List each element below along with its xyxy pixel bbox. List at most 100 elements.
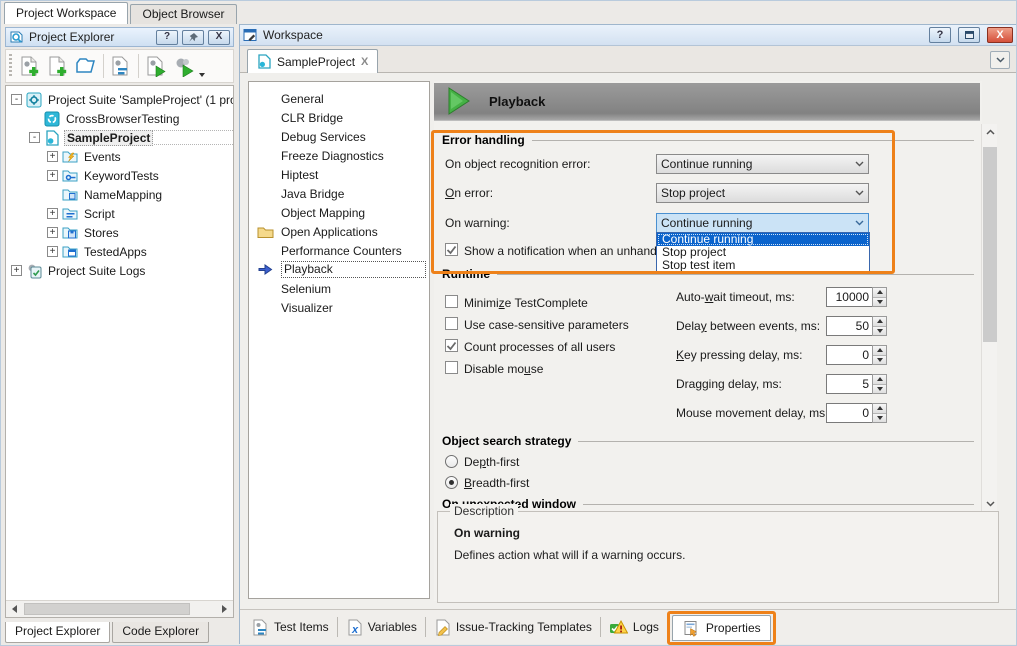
spin-down-button[interactable] [873,413,886,423]
tab-properties[interactable]: Properties [672,615,771,641]
tree-item-stores[interactable]: + Stores [6,223,233,242]
category-label: Hiptest [281,168,318,182]
category-java-bridge[interactable]: Java Bridge [249,184,429,203]
key-pressing-delay-stepper[interactable]: 0 [826,345,887,365]
tree-item-project-suite[interactable]: - Project Suite 'SampleProject' (1 proje… [6,90,233,109]
spin-up-button[interactable] [873,346,886,355]
pin-button[interactable] [182,30,204,45]
depth-first-radio[interactable] [445,455,458,468]
expand-expander[interactable]: + [47,151,58,162]
tab-test-items[interactable]: Test Items [244,615,337,639]
dragging-delay-stepper[interactable]: 5 [826,374,887,394]
tab-project-explorer[interactable]: Project Explorer [5,622,110,643]
workspace-restore-button[interactable] [958,27,980,43]
category-general[interactable]: General [249,89,429,108]
toolbar-more-caret-icon[interactable] [199,73,205,77]
breadth-first-radio[interactable] [445,476,458,489]
section-rule [532,140,974,141]
minimize-testcomplete-checkbox[interactable] [445,295,458,308]
expand-expander[interactable]: + [47,208,58,219]
tree-item-script[interactable]: + Script [6,204,233,223]
category-visualizer[interactable]: Visualizer [249,298,429,317]
run-project-button[interactable] [142,52,170,80]
spin-value[interactable]: 0 [826,403,872,423]
expand-expander[interactable]: + [47,246,58,257]
spin-value[interactable]: 0 [826,345,872,365]
tree-item-crossbrowsertesting[interactable]: CrossBrowserTesting [6,109,233,128]
dropdown-option-stop-test-item[interactable]: Stop test item [657,259,869,272]
tree-item-namemapping[interactable]: NameMapping [6,185,233,204]
scrollbar-thumb[interactable] [24,603,190,615]
spin-up-button[interactable] [873,317,886,326]
scroll-down-button[interactable] [983,497,997,511]
add-new-project-button[interactable] [16,52,44,80]
tree-item-keywordtests[interactable]: + KeywordTests [6,166,233,185]
category-open-applications[interactable]: Open Applications [249,222,429,241]
mouse-movement-delay-stepper[interactable]: 0 [826,403,887,423]
workspace-help-button[interactable]: ? [929,27,951,43]
tab-logs[interactable]: Logs [601,615,667,639]
on-error-select[interactable]: Stop project [656,183,869,203]
on-object-recognition-error-select[interactable]: Continue running [656,154,869,174]
workspace-close-button[interactable]: X [987,27,1013,43]
spin-value[interactable]: 5 [826,374,872,394]
add-existing-item-button[interactable] [72,52,100,80]
collapse-expander[interactable]: - [11,94,22,105]
category-hiptest[interactable]: Hiptest [249,165,429,184]
collapse-expander[interactable]: - [29,132,40,143]
spin-value[interactable]: 50 [826,316,872,336]
on-warning-select[interactable]: Continue running [656,213,869,233]
scrollbar-thumb[interactable] [983,147,997,342]
category-performance-counters[interactable]: Performance Counters [249,241,429,260]
category-object-mapping[interactable]: Object Mapping [249,203,429,222]
close-tab-icon[interactable]: X [361,56,368,68]
tree-item-label: Stores [82,226,121,240]
count-processes-checkbox[interactable] [445,339,458,352]
scroll-up-button[interactable] [983,125,997,139]
add-new-item-button[interactable] [44,52,72,80]
tab-variables[interactable]: x Variables [338,615,425,639]
run-project-suite-button[interactable] [170,52,198,80]
tree-horizontal-scrollbar[interactable] [6,600,233,617]
show-notification-checkbox[interactable] [445,243,458,256]
toolbar-grip[interactable] [9,54,12,78]
tree-item-events[interactable]: + Events [6,147,233,166]
tab-object-browser[interactable]: Object Browser [130,4,236,24]
tab-code-explorer[interactable]: Code Explorer [112,622,209,643]
close-panel-button[interactable]: X [208,30,230,45]
category-playback[interactable]: Playback [249,260,429,279]
delay-between-events-stepper[interactable]: 50 [826,316,887,336]
spin-down-button[interactable] [873,384,886,394]
case-sensitive-checkbox[interactable] [445,317,458,330]
category-debug-services[interactable]: Debug Services [249,127,429,146]
tab-sampleproject[interactable]: SampleProject X [247,49,378,73]
spin-down-button[interactable] [873,326,886,336]
tab-issue-tracking-templates[interactable]: Issue-Tracking Templates [426,615,600,639]
organize-test-items-button[interactable] [107,52,135,80]
spin-up-button[interactable] [873,375,886,384]
spin-down-button[interactable] [873,297,886,307]
disable-mouse-checkbox[interactable] [445,361,458,374]
expand-expander[interactable]: + [47,170,58,181]
tree-item-sampleproject[interactable]: - SampleProject [6,128,233,147]
category-freeze-diagnostics[interactable]: Freeze Diagnostics [249,146,429,165]
scroll-right-button[interactable] [216,601,233,617]
category-selenium[interactable]: Selenium [249,279,429,298]
expand-expander[interactable]: + [47,227,58,238]
test-items-icon [252,619,269,636]
spin-up-button[interactable] [873,288,886,297]
spin-value[interactable]: 10000 [826,287,872,307]
tree-item-testedapps[interactable]: + TestedApps [6,242,233,261]
properties-vertical-scrollbar[interactable] [981,124,997,512]
category-clr-bridge[interactable]: CLR Bridge [249,108,429,127]
auto-wait-timeout-stepper[interactable]: 10000 [826,287,887,307]
spin-up-button[interactable] [873,404,886,413]
scroll-left-button[interactable] [6,601,23,617]
tab-list-dropdown-button[interactable] [990,51,1010,69]
workspace-titlebar[interactable]: Workspace ? X [240,25,1016,46]
spin-down-button[interactable] [873,355,886,365]
tree-item-project-suite-logs[interactable]: + Project Suite Logs [6,261,233,280]
help-button[interactable]: ? [156,30,178,45]
tab-project-workspace[interactable]: Project Workspace [4,2,128,24]
expand-expander[interactable]: + [11,265,22,276]
